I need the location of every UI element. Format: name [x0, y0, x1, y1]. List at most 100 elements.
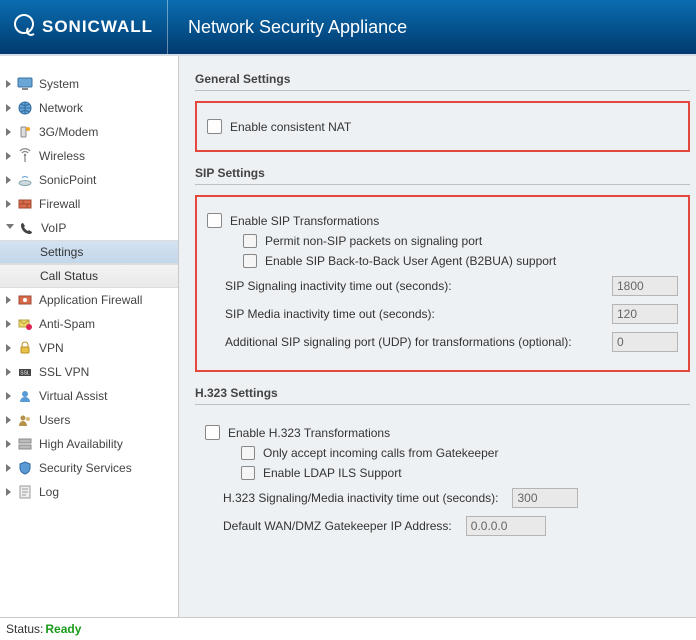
- label-ldap-ils: Enable LDAP ILS Support: [263, 466, 402, 480]
- expand-icon: [6, 296, 11, 304]
- label-gatekeeper-ip: Default WAN/DMZ Gatekeeper IP Address:: [223, 519, 452, 533]
- status-bar: Status: Ready: [0, 617, 696, 640]
- sidebar-item-security[interactable]: Security Services: [0, 456, 178, 480]
- expand-icon: [6, 440, 11, 448]
- sidebar-item-virtualassist[interactable]: Virtual Assist: [0, 384, 178, 408]
- expand-icon: [6, 80, 11, 88]
- input-h323-timeout[interactable]: [512, 488, 578, 508]
- sidebar-sub-settings[interactable]: Settings: [0, 240, 178, 264]
- sidebar-sub-label: Call Status: [40, 269, 98, 283]
- sidebar-label: Wireless: [39, 149, 85, 163]
- main-content: General Settings Enable consistent NAT S…: [179, 56, 696, 618]
- sidebar-label: Users: [39, 413, 70, 427]
- monitor-icon: [17, 76, 33, 92]
- checkbox-h323-transform[interactable]: [205, 425, 220, 440]
- sidebar-label: SSL VPN: [39, 365, 89, 379]
- expand-icon: [6, 344, 11, 352]
- sidebar-item-network[interactable]: Network: [0, 96, 178, 120]
- label-sip-addl-port: Additional SIP signaling port (UDP) for …: [225, 335, 572, 349]
- status-value: Ready: [45, 622, 81, 636]
- sidebar: System Network 3G/Modem Wireless SonicPo: [0, 56, 179, 618]
- users-icon: [17, 412, 33, 428]
- phone-icon: [19, 220, 35, 236]
- checkbox-sip-transform[interactable]: [207, 213, 222, 228]
- sidebar-label: Virtual Assist: [39, 389, 107, 403]
- lock-icon: [17, 340, 33, 356]
- logo-swirl-icon: [26, 26, 36, 36]
- expand-icon: [6, 368, 11, 376]
- checkbox-consistent-nat[interactable]: [207, 119, 222, 134]
- sidebar-item-firewall[interactable]: Firewall: [0, 192, 178, 216]
- sidebar-label: VPN: [39, 341, 64, 355]
- sidebar-item-users[interactable]: Users: [0, 408, 178, 432]
- brand: SONICWALL: [0, 0, 168, 54]
- sidebar-item-voip[interactable]: VoIP: [0, 216, 178, 240]
- input-sip-sig-timeout[interactable]: [612, 276, 678, 296]
- sidebar-label: VoIP: [41, 221, 66, 235]
- label-permit-nonsip: Permit non-SIP packets on signaling port: [265, 234, 482, 248]
- sidebar-item-wireless[interactable]: Wireless: [0, 144, 178, 168]
- highlight-box-general: Enable consistent NAT: [195, 101, 690, 152]
- sidebar-sub-callstatus[interactable]: Call Status: [0, 264, 178, 288]
- log-icon: [17, 484, 33, 500]
- status-label: Status:: [6, 622, 43, 636]
- expand-icon: [6, 392, 11, 400]
- collapse-icon: [6, 224, 14, 233]
- label-consistent-nat: Enable consistent NAT: [230, 120, 351, 134]
- highlight-box-sip: Enable SIP Transformations Permit non-SI…: [195, 195, 690, 372]
- ha-icon: [17, 436, 33, 452]
- expand-icon: [6, 464, 11, 472]
- checkbox-permit-nonsip[interactable]: [243, 234, 257, 248]
- label-gatekeeper-only: Only accept incoming calls from Gatekeep…: [263, 446, 498, 460]
- sidebar-item-appfirewall[interactable]: Application Firewall: [0, 288, 178, 312]
- sidebar-label: System: [39, 77, 79, 91]
- expand-icon: [6, 416, 11, 424]
- checkbox-gatekeeper-only[interactable]: [241, 446, 255, 460]
- section-sip-title: SIP Settings: [195, 166, 690, 185]
- sidebar-item-3g[interactable]: 3G/Modem: [0, 120, 178, 144]
- input-sip-media-timeout[interactable]: [612, 304, 678, 324]
- section-h323-title: H.323 Settings: [195, 386, 690, 405]
- expand-icon: [6, 152, 11, 160]
- label-sip-sig-timeout: SIP Signaling inactivity time out (secon…: [225, 279, 452, 293]
- antenna-icon: [17, 148, 33, 164]
- checkbox-ldap-ils[interactable]: [241, 466, 255, 480]
- expand-icon: [6, 176, 11, 184]
- svg-text:SSL: SSL: [20, 371, 30, 377]
- sidebar-label: High Availability: [39, 437, 123, 451]
- sidebar-item-ha[interactable]: High Availability: [0, 432, 178, 456]
- label-b2bua: Enable SIP Back-to-Back User Agent (B2BU…: [265, 254, 556, 268]
- input-sip-addl-port[interactable]: [612, 332, 678, 352]
- sidebar-item-vpn[interactable]: VPN: [0, 336, 178, 360]
- app-title: Network Security Appliance: [188, 17, 407, 38]
- sidebar-item-log[interactable]: Log: [0, 480, 178, 504]
- expand-icon: [6, 128, 11, 136]
- sidebar-label: Network: [39, 101, 83, 115]
- sidebar-item-sonicpoint[interactable]: SonicPoint: [0, 168, 178, 192]
- sidebar-item-system[interactable]: System: [0, 72, 178, 96]
- mail-block-icon: [17, 316, 33, 332]
- firewall-icon: [17, 196, 33, 212]
- expand-icon: [6, 200, 11, 208]
- checkbox-b2bua[interactable]: [243, 254, 257, 268]
- app-firewall-icon: [17, 292, 33, 308]
- modem-icon: [17, 124, 33, 140]
- sidebar-item-antispam[interactable]: Anti-Spam: [0, 312, 178, 336]
- sidebar-sub-label: Settings: [40, 245, 83, 259]
- section-general-title: General Settings: [195, 72, 690, 91]
- label-h323-timeout: H.323 Signaling/Media inactivity time ou…: [223, 491, 498, 505]
- ssl-icon: SSL: [17, 364, 33, 380]
- brand-text: SONICWALL: [42, 17, 153, 37]
- label-sip-media-timeout: SIP Media inactivity time out (seconds):: [225, 307, 435, 321]
- sidebar-label: Firewall: [39, 197, 80, 211]
- sidebar-item-sslvpn[interactable]: SSL SSL VPN: [0, 360, 178, 384]
- expand-icon: [6, 488, 11, 496]
- globe-icon: [17, 100, 33, 116]
- label-sip-transform: Enable SIP Transformations: [230, 214, 379, 228]
- access-point-icon: [17, 172, 33, 188]
- sidebar-label: SonicPoint: [39, 173, 96, 187]
- sidebar-label: Security Services: [39, 461, 132, 475]
- input-gatekeeper-ip[interactable]: [466, 516, 546, 536]
- label-h323-transform: Enable H.323 Transformations: [228, 426, 390, 440]
- sidebar-label: Log: [39, 485, 59, 499]
